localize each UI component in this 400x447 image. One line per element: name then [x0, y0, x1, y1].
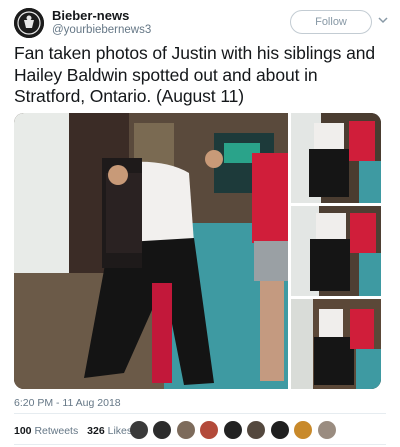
liker-avatar[interactable]	[130, 421, 148, 439]
thumbnail-2[interactable]	[291, 206, 381, 296]
liker-avatar[interactable]	[247, 421, 266, 439]
profile-avatar[interactable]	[14, 8, 44, 38]
divider	[14, 444, 386, 445]
likes-stat[interactable]: 326 Likes	[87, 421, 132, 441]
divider	[14, 413, 386, 414]
display-name[interactable]: Bieber-news	[52, 8, 151, 23]
thumbnail-1[interactable]	[291, 113, 381, 203]
photo-grid	[14, 113, 381, 389]
liker-avatars	[130, 421, 337, 441]
liker-avatar[interactable]	[176, 421, 195, 439]
avatar-image	[14, 8, 44, 38]
thumbnail-3[interactable]	[291, 299, 381, 389]
liker-avatar[interactable]	[223, 421, 242, 439]
likes-count: 326	[87, 425, 105, 437]
tweet-stats: 100 Retweets 326 Likes	[14, 421, 138, 441]
retweets-label: Retweets	[34, 425, 79, 437]
user-handle[interactable]: @yourbiebernews3	[52, 23, 151, 38]
liker-avatar[interactable]	[317, 421, 336, 439]
retweets-count: 100	[14, 425, 32, 437]
retweets-stat[interactable]: 100 Retweets	[14, 421, 78, 441]
liker-avatar[interactable]	[270, 421, 289, 439]
tweet-text: Fan taken photos of Justin with his sibl…	[14, 43, 375, 106]
liker-avatar[interactable]	[200, 421, 219, 439]
main-photo[interactable]	[14, 113, 290, 389]
liker-avatar[interactable]	[294, 421, 313, 439]
author-names[interactable]: Bieber-news @yourbiebernews3	[52, 8, 151, 38]
likes-label: Likes	[107, 425, 133, 437]
tweet-header: Bieber-news @yourbiebernews3 Follow	[14, 8, 389, 38]
follow-button[interactable]: Follow	[290, 10, 372, 34]
tweet-timestamp[interactable]: 6:20 PM - 11 Aug 2018	[14, 397, 121, 409]
chevron-down-icon[interactable]	[377, 14, 389, 26]
liker-avatar[interactable]	[153, 421, 172, 439]
